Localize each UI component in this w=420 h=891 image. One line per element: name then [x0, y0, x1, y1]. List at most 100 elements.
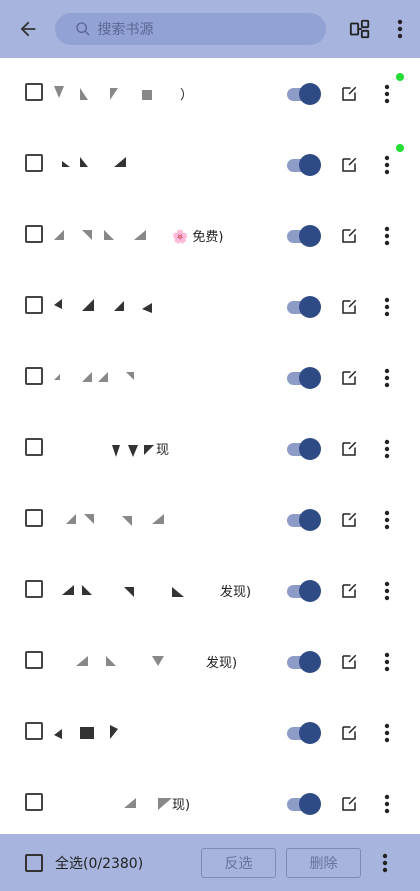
item-checkbox[interactable] — [25, 793, 43, 811]
enable-switch[interactable] — [287, 225, 321, 247]
more-vertical-icon — [384, 581, 390, 601]
switch-knob — [299, 509, 321, 531]
source-name-suffix: 发现) — [206, 656, 238, 671]
list-item[interactable] — [0, 484, 420, 555]
item-menu-button[interactable] — [378, 367, 396, 389]
item-checkbox[interactable] — [25, 580, 43, 598]
item-checkbox[interactable] — [25, 651, 43, 669]
edit-button[interactable] — [338, 722, 360, 744]
edit-button[interactable] — [338, 296, 360, 318]
source-name-suffix: 现) — [172, 798, 191, 813]
footer-menu-button[interactable] — [376, 848, 394, 878]
enable-switch[interactable] — [287, 580, 321, 602]
obscured-name-glyphs — [62, 157, 126, 167]
obscured-name-glyphs — [54, 86, 152, 100]
edit-icon — [342, 441, 357, 456]
obscured-name-glyphs — [112, 445, 154, 457]
item-checkbox[interactable] — [25, 154, 43, 172]
enable-switch[interactable] — [287, 296, 321, 318]
item-checkbox[interactable] — [25, 509, 43, 527]
source-name — [52, 295, 277, 317]
enable-switch[interactable] — [287, 793, 321, 815]
group-icon — [349, 19, 370, 39]
obscured-name-glyphs — [124, 798, 172, 810]
item-menu-button[interactable] — [378, 154, 396, 176]
more-vertical-icon — [384, 652, 390, 672]
enable-switch[interactable] — [287, 722, 321, 744]
source-name: 发现) — [52, 650, 277, 672]
source-name-suffix: 🌸 免费) — [172, 230, 224, 245]
list-item[interactable] — [0, 129, 420, 200]
source-name — [52, 366, 277, 388]
list-item[interactable]: ） — [0, 58, 420, 129]
edit-button[interactable] — [338, 154, 360, 176]
item-checkbox[interactable] — [25, 438, 43, 456]
enable-switch[interactable] — [287, 438, 321, 460]
search-placeholder: 搜索书源 — [97, 22, 154, 38]
enable-switch[interactable] — [287, 509, 321, 531]
menu-button[interactable] — [380, 0, 420, 58]
edit-button[interactable] — [338, 793, 360, 815]
switch-knob — [299, 580, 321, 602]
edit-button[interactable] — [338, 83, 360, 105]
item-menu-button[interactable] — [378, 651, 396, 673]
select-all-label[interactable]: 全选(0/2380) — [55, 853, 201, 873]
source-name: 现 — [52, 437, 277, 459]
edit-icon — [342, 512, 357, 527]
arrow-back-icon — [20, 21, 36, 37]
edit-icon — [342, 725, 357, 740]
obscured-name-glyphs — [54, 725, 118, 739]
item-checkbox[interactable] — [25, 225, 43, 243]
enable-switch[interactable] — [287, 83, 321, 105]
item-menu-button[interactable] — [378, 438, 396, 460]
enable-switch[interactable] — [287, 651, 321, 673]
switch-knob — [299, 83, 321, 105]
enable-switch[interactable] — [287, 154, 321, 176]
list-item[interactable]: 现 — [0, 413, 420, 484]
source-name — [52, 508, 277, 530]
group-button[interactable] — [340, 0, 380, 58]
edit-button[interactable] — [338, 225, 360, 247]
edit-button[interactable] — [338, 438, 360, 460]
list-item[interactable]: 发现) — [0, 555, 420, 626]
item-checkbox[interactable] — [25, 722, 43, 740]
item-menu-button[interactable] — [378, 83, 396, 105]
source-name-suffix: 发现) — [220, 585, 252, 600]
item-menu-button[interactable] — [378, 793, 396, 815]
item-menu-button[interactable] — [378, 225, 396, 247]
switch-knob — [299, 793, 321, 815]
item-checkbox[interactable] — [25, 83, 43, 101]
list-item[interactable]: 🌸 免费) — [0, 200, 420, 271]
enable-switch[interactable] — [287, 367, 321, 389]
edit-button[interactable] — [338, 651, 360, 673]
edit-icon — [342, 583, 357, 598]
edit-button[interactable] — [338, 367, 360, 389]
list-item[interactable] — [0, 697, 420, 768]
list-item[interactable] — [0, 342, 420, 413]
edit-button[interactable] — [338, 580, 360, 602]
item-checkbox[interactable] — [25, 296, 43, 314]
source-name — [52, 721, 277, 743]
item-menu-button[interactable] — [378, 509, 396, 531]
edit-icon — [342, 370, 357, 385]
list-item[interactable]: 现) — [0, 768, 420, 834]
invert-selection-button[interactable]: 反选 — [201, 847, 276, 878]
source-name-suffix: ） — [180, 88, 194, 103]
item-checkbox[interactable] — [25, 367, 43, 385]
edit-icon — [342, 299, 357, 314]
delete-button[interactable]: 删除 — [286, 847, 361, 878]
back-button[interactable] — [0, 0, 55, 58]
status-dot — [396, 144, 404, 152]
edit-button[interactable] — [338, 509, 360, 531]
bottom-action-bar: 全选(0/2380) 反选 删除 — [0, 834, 420, 891]
select-all-checkbox[interactable] — [25, 853, 43, 872]
item-menu-button[interactable] — [378, 722, 396, 744]
switch-knob — [299, 154, 321, 176]
list-item[interactable]: 发现) — [0, 626, 420, 697]
obscured-name-glyphs — [54, 372, 134, 382]
list-item[interactable] — [0, 271, 420, 342]
search-input[interactable]: 搜索书源 — [55, 13, 326, 45]
switch-knob — [299, 296, 321, 318]
item-menu-button[interactable] — [378, 296, 396, 318]
item-menu-button[interactable] — [378, 580, 396, 602]
